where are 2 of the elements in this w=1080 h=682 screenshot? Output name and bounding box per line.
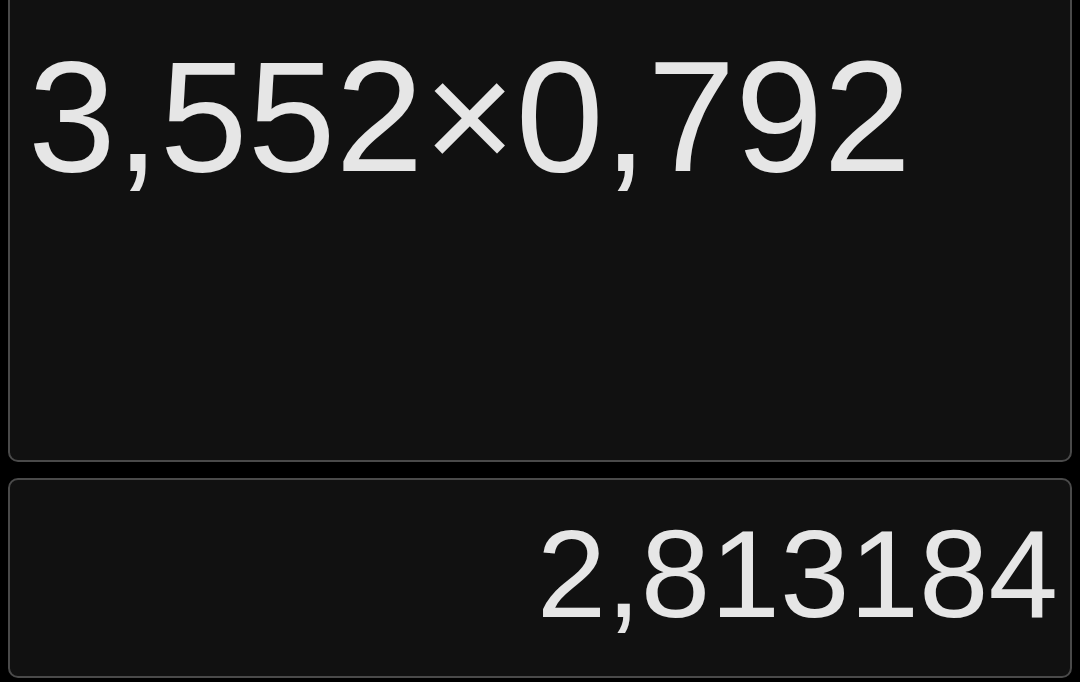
expression-text: 3,552×0,792 [28, 30, 912, 204]
result-text: 2,813184 [536, 505, 1058, 643]
